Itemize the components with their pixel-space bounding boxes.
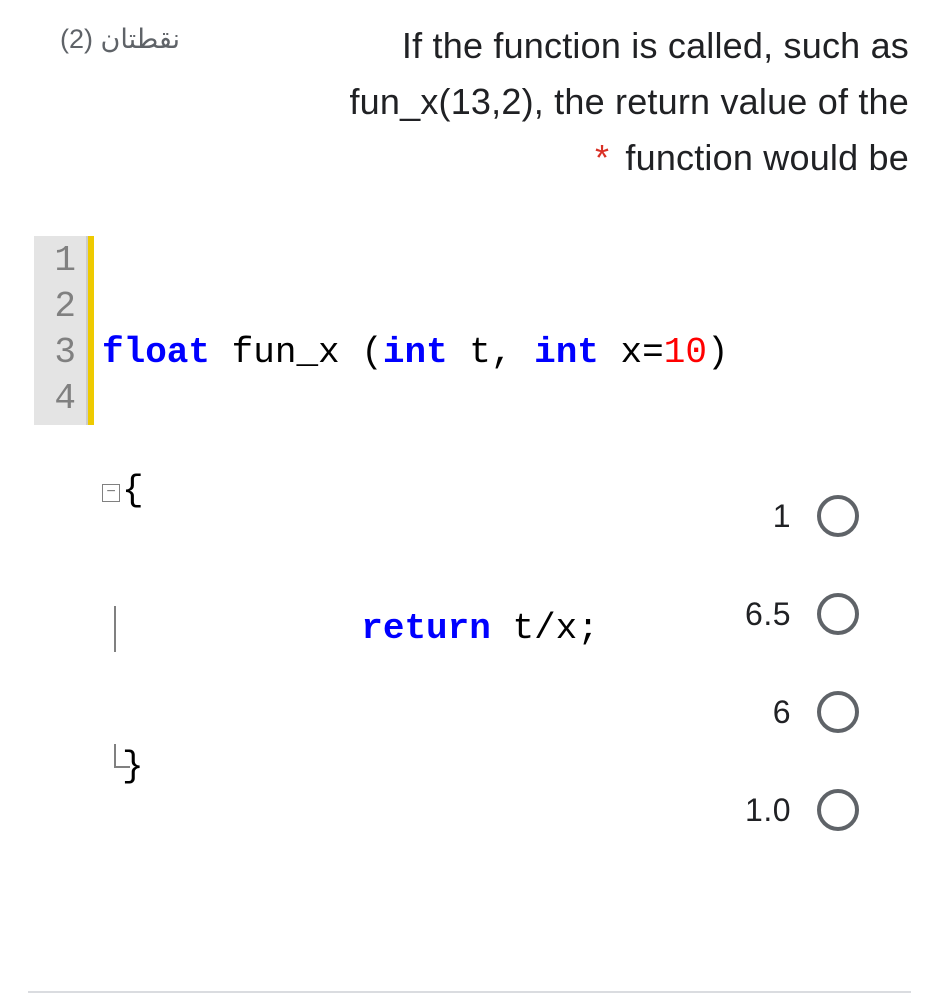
question-line-1: If the function is called, such as — [402, 25, 909, 66]
code-indent — [102, 608, 361, 649]
code-text: t, — [448, 332, 534, 373]
code-line: float fun_x (int t, int x=10) — [102, 330, 904, 376]
fold-line-icon — [114, 606, 116, 652]
fold-line-icon — [114, 744, 116, 768]
code-brace: { — [122, 470, 144, 511]
question-card: If the function is called, such as fun_x… — [0, 0, 939, 831]
gutter-line: 3 — [34, 330, 76, 376]
code-number: 10 — [664, 332, 707, 373]
code-area: float fun_x (int t, int x=10) −{ return … — [94, 236, 904, 425]
code-text: fun_x ( — [210, 332, 383, 373]
code-text: ) — [707, 332, 729, 373]
gutter-line: 4 — [34, 376, 76, 422]
points-label: نقطتان (2) — [60, 24, 180, 55]
code-text: t/x; — [491, 608, 599, 649]
code-line: return t/x; — [102, 606, 904, 652]
divider — [28, 991, 911, 993]
question-header: If the function is called, such as fun_x… — [30, 18, 909, 185]
question-text: If the function is called, such as fun_x… — [180, 18, 909, 185]
code-line: −{ — [102, 468, 904, 514]
code-keyword: int — [383, 332, 448, 373]
gutter-line: 1 — [34, 238, 76, 284]
fold-elbow-icon — [114, 766, 130, 768]
gutter-line: 2 — [34, 284, 76, 330]
code-text: x= — [599, 332, 664, 373]
code-snippet: 1 2 3 4 float fun_x (int t, int x=10) −{… — [34, 235, 904, 425]
question-line-3: function would be — [625, 137, 909, 178]
required-star-icon: * — [595, 137, 609, 178]
code-gutter: 1 2 3 4 — [34, 236, 88, 425]
code-keyword: int — [534, 332, 599, 373]
code-line: -} — [102, 744, 904, 790]
question-line-2: fun_x(13,2), the return value of the — [349, 81, 909, 122]
fold-collapse-icon[interactable]: − — [102, 484, 120, 502]
code-keyword: float — [102, 332, 210, 373]
code-keyword: return — [361, 608, 491, 649]
